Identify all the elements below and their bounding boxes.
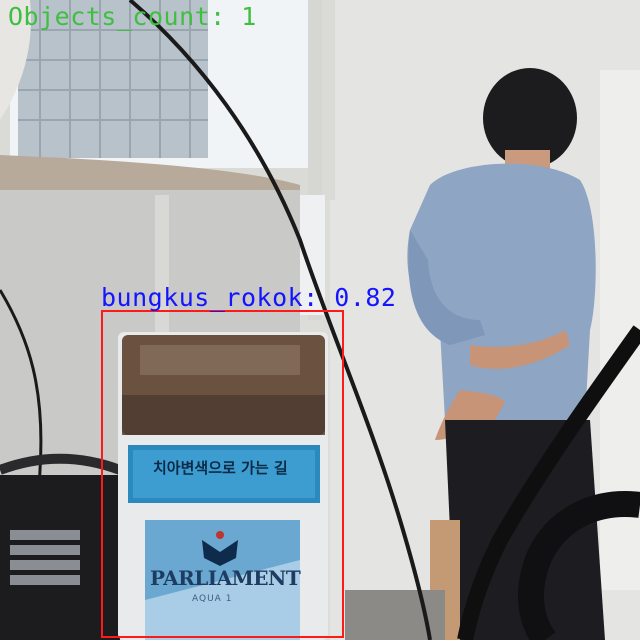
detection-label: bungkus_rokok: 0.82	[101, 283, 397, 312]
objects-count-label: Objects_count: 1	[8, 2, 257, 31]
detection-bounding-box	[101, 310, 344, 638]
